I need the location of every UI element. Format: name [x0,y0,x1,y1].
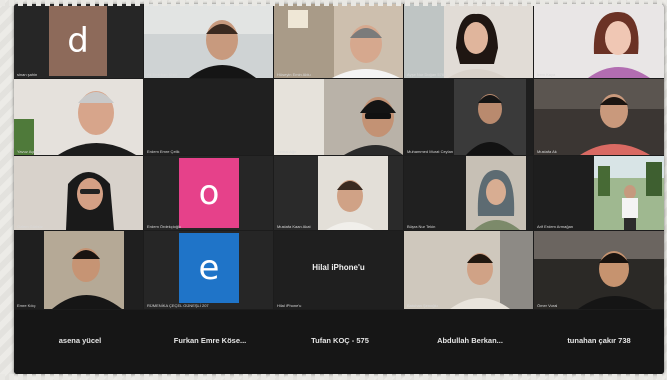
participant-video [404,231,533,309]
participant-tile[interactable]: İrem Kaya [534,4,664,78]
participant-tile[interactable]: Mustafa Ak [534,79,664,155]
torn-edge-top [0,0,667,6]
participant-tile[interactable]: Emre Kılıç [14,231,143,309]
participant-name: Emre Kılıç [17,303,36,308]
strip-participant[interactable]: Furkan Emre Köse... [147,336,273,345]
participant-video [144,4,273,78]
participant-tile[interactable]: Mustafa Kaan Akat [274,156,403,230]
participant-name: Ali Emirhan Ünlü [147,72,177,77]
participant-tile[interactable]: d sinan şahin [14,4,143,78]
participant-name: Erdem Emre Çelik [147,149,180,154]
participant-tile[interactable]: Batuhan Şenoğlu [404,231,533,309]
participant-tile[interactable]: o Erdem Ördekçioğlu [144,156,273,230]
participant-tile[interactable]: e RÜMENİKA ÇEÇEL GÜNEŞLİ 207 [144,231,273,309]
participant-name: Ayşe Nur Doğan 5760 [407,72,447,77]
participant-video [454,79,526,155]
participant-name-strip: asena yücel Furkan Emre Köse... Tufan KO… [14,310,664,374]
participant-name: Mustafa Kaan Akat [277,224,311,229]
participant-video [534,79,664,155]
participant-name: Arif Erdem Armağan [537,224,574,229]
strip-participant[interactable]: Tufan KOÇ - 575 [277,336,403,345]
participant-name: Hüseyin Emin Ablu [277,72,311,77]
participant-name: sinan şahin [17,72,38,77]
participant-name: Muhammed Murat Ceylan [407,149,454,154]
participant-tile[interactable]: Ömer Vural [534,231,664,309]
participant-name: Mustafa Ak [537,149,557,154]
avatar-o: o [179,158,239,228]
participant-name: Yavuz Açmaz [17,149,41,154]
participant-tile[interactable]: Hilal iPhone'u Hilal iPhone'u [274,231,403,309]
participant-video [534,156,664,230]
participant-tile[interactable]: Arif Erdem Armağan [534,156,664,230]
participant-video [274,156,403,230]
participant-tile[interactable]: Büşra Nur Tekin [404,156,533,230]
participant-tile[interactable]: Erdem Emre Çelik [144,79,273,155]
participant-name: Özlem Gürbüz [17,224,43,229]
participant-grid: d sinan şahin Ali Emirhan Ünlü Hüseyin E… [14,4,664,310]
participant-tile[interactable]: Özlem Gürbüz [14,156,143,230]
avatar-d: d [49,6,107,76]
strip-participant[interactable]: asena yücel [17,336,143,345]
participant-video [14,156,143,230]
participant-name: İrem Kaya [537,72,556,77]
participant-name: Ömer Vural [537,303,558,308]
participant-video [14,231,143,309]
participant-video [274,79,403,155]
participant-tile[interactable]: Ali Emirhan Ünlü [144,4,273,78]
participant-name: Erdem Ördekçioğlu [147,224,182,229]
participant-tile[interactable]: Kemal Ağır [274,79,403,155]
video-call-window: d sinan şahin Ali Emirhan Ünlü Hüseyin E… [14,4,664,374]
participant-video [404,4,533,78]
strip-participant[interactable]: Abdullah Berkan... [407,336,533,345]
participant-tile[interactable]: Yavuz Açmaz [14,79,143,155]
participant-name: Hilal iPhone'u [277,303,302,308]
participant-video [534,4,664,78]
avatar-e: e [179,233,239,303]
device-label: Hilal iPhone'u [312,263,365,272]
participant-video [404,156,533,230]
participant-tile[interactable]: Hüseyin Emin Ablu [274,4,403,78]
participant-name: Büşra Nur Tekin [407,224,436,229]
participant-name: Kemal Ağır [277,149,297,154]
participant-video [14,79,143,155]
participant-video [274,4,403,78]
participant-tile[interactable]: Muhammed Murat Ceylan [404,79,533,155]
torn-edge-bottom [0,374,667,380]
participant-name: Batuhan Şenoğlu [407,303,438,308]
participant-name: RÜMENİKA ÇEÇEL GÜNEŞLİ 207 [147,303,209,308]
strip-participant[interactable]: tunahan çakır 738 [536,336,662,345]
participant-tile[interactable]: Ayşe Nur Doğan 5760 [404,4,533,78]
participant-video [534,231,664,309]
